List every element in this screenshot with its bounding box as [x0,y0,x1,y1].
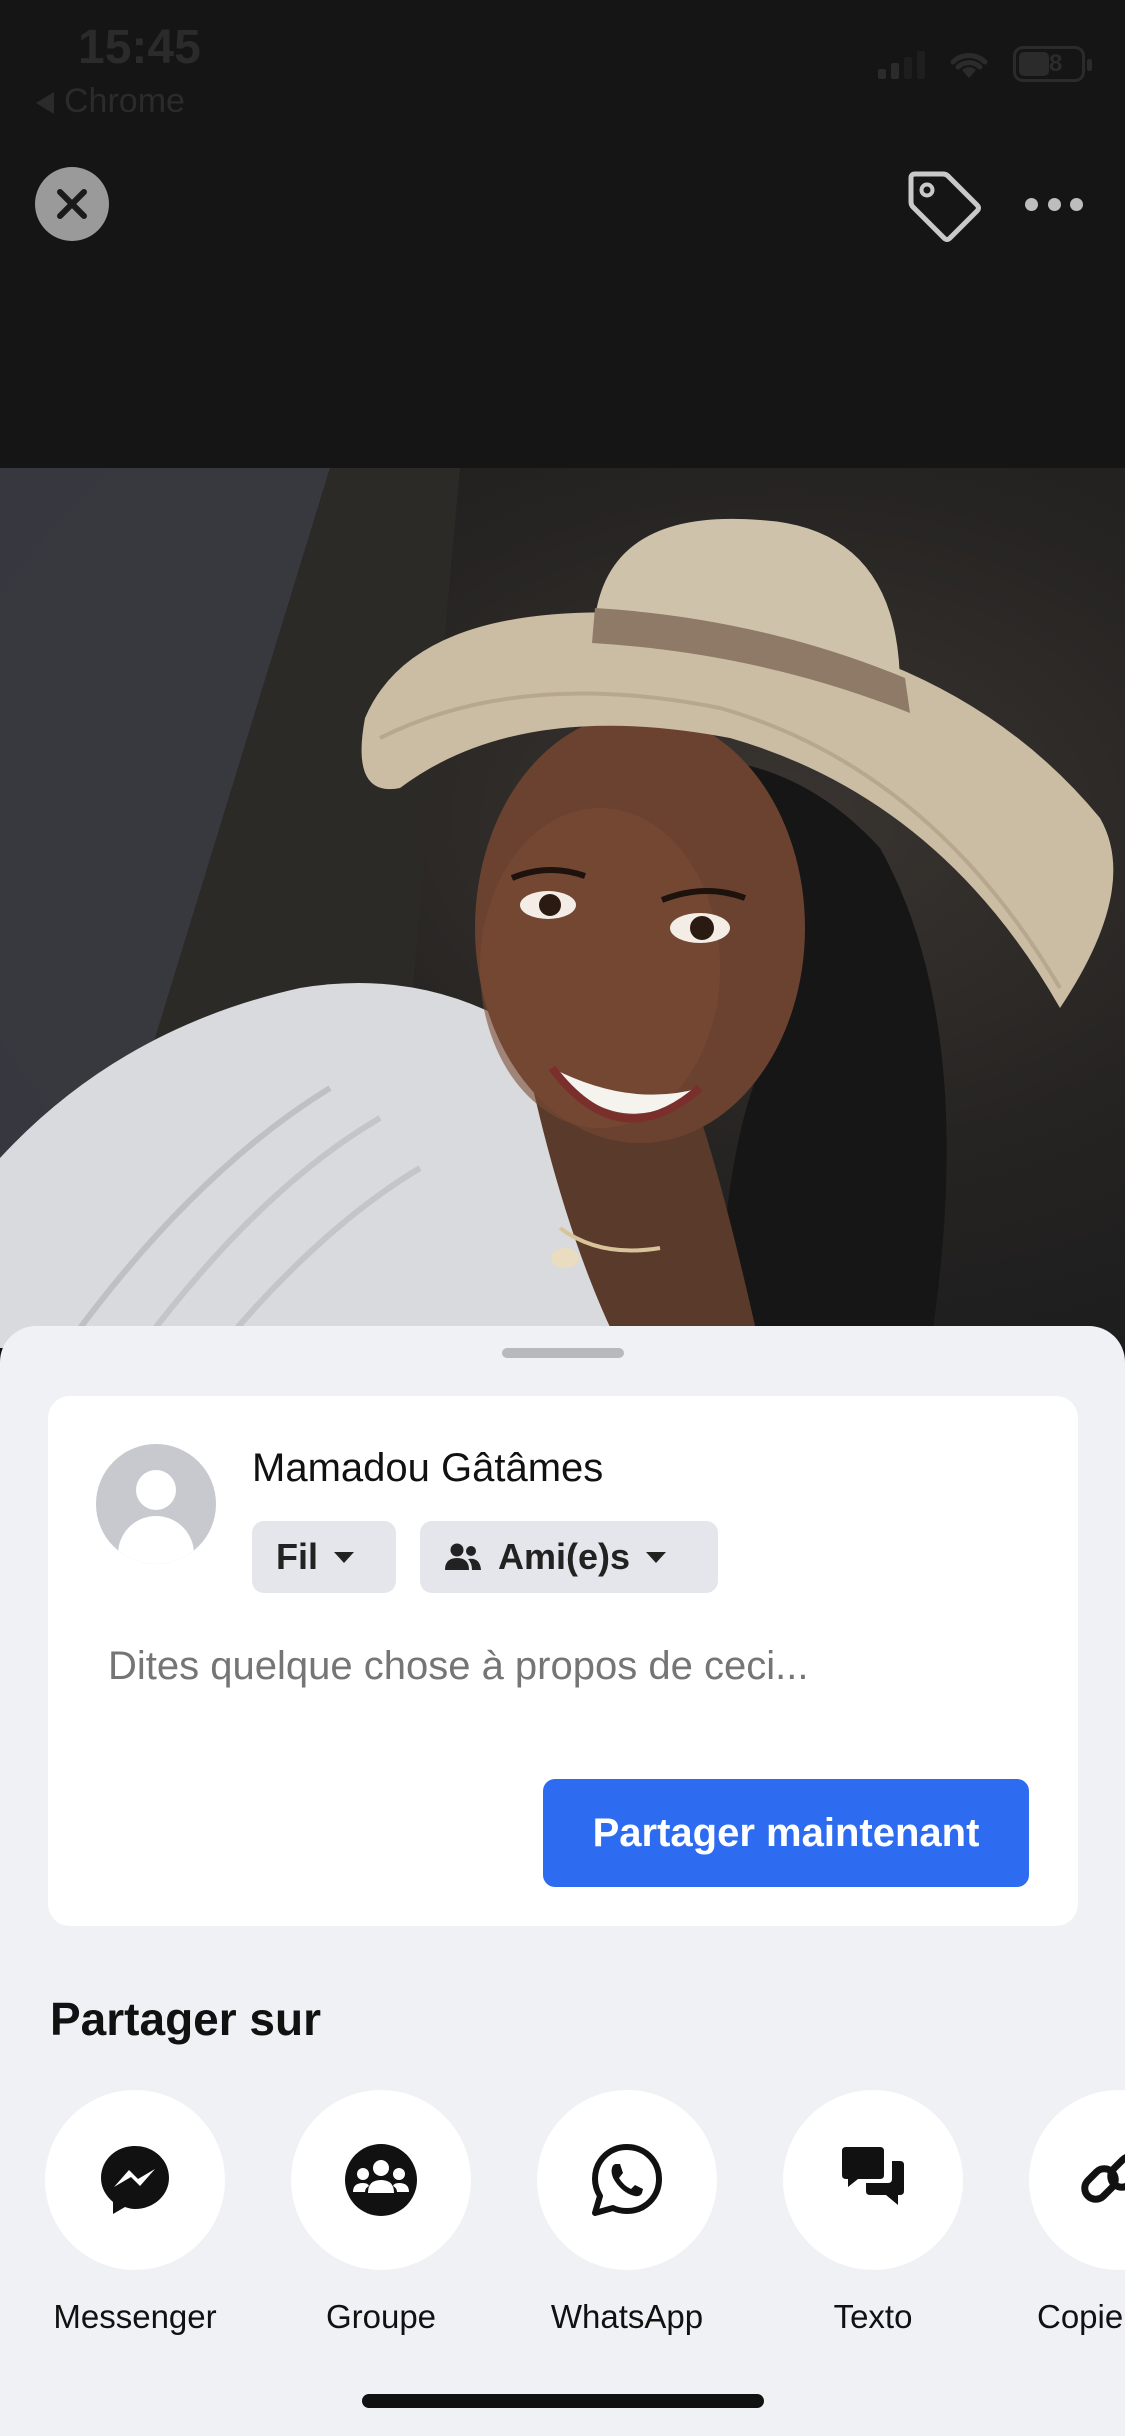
more-options-button[interactable] [1025,190,1083,218]
share-on-heading: Partager sur [50,1993,322,2045]
share-targets-row: Messenger Groupe WhatsApp Texto Copier [0,2090,1125,2350]
share-sheet: Mamadou Gâtâmes Fil Ami(e)s Partager mai… [0,1326,1125,2436]
share-target-label: Texto [833,2298,913,2335]
destination-selector[interactable]: Fil [252,1521,396,1593]
battery-level: 48 [1035,50,1063,77]
signal-icon [878,49,925,79]
audience-selector[interactable]: Ami(e)s [420,1521,718,1593]
user-name: Mamadou Gâtâmes [252,1446,604,1490]
close-icon [57,189,87,219]
back-arrow-icon [36,92,54,115]
status-icons: 48 [878,46,1092,82]
share-target-text-message[interactable]: Texto [783,2090,963,2336]
portrait-image [0,468,1114,1348]
share-target-copy-link[interactable]: Copier [1029,2090,1125,2336]
more-icon [1025,197,1038,211]
share-target-label: WhatsApp [550,2298,704,2335]
home-indicator[interactable] [362,2394,764,2408]
share-now-button[interactable]: Partager maintenant [543,1779,1029,1887]
destination-label: Fil [276,1536,318,1577]
text-message-icon [842,2147,904,2205]
back-to-app-link[interactable]: Chrome [36,82,185,121]
share-target-group[interactable]: Groupe [291,2090,471,2336]
caret-down-icon [334,1551,354,1563]
whatsapp-icon [592,2144,662,2216]
shared-photo [0,468,1125,1348]
tag-icon[interactable] [905,168,983,244]
caret-down-icon [646,1551,667,1563]
friends-icon [445,1543,481,1570]
back-app-label: Chrome [64,82,185,120]
group-icon [345,2144,417,2216]
avatar [96,1444,216,1564]
wifi-icon [950,53,988,78]
sheet-grabber-handle[interactable] [502,1348,624,1358]
share-target-messenger[interactable]: Messenger [45,2090,225,2336]
share-target-whatsapp[interactable]: WhatsApp [537,2090,717,2336]
share-target-label: Groupe [325,2298,437,2335]
caption-input[interactable] [108,1644,1008,1689]
share-target-label: Copier [1037,2298,1125,2335]
battery-icon: 48 [1013,46,1092,82]
viewer-header: 15:45 Chrome 48 [0,0,1125,468]
messenger-icon [101,2146,169,2214]
close-button[interactable] [35,167,109,241]
share-target-label: Messenger [53,2298,217,2335]
status-time: 15:45 [78,21,201,74]
compose-card: Mamadou Gâtâmes Fil Ami(e)s Partager mai… [48,1396,1078,1926]
status-bar: 15:45 Chrome 48 [0,0,1125,140]
audience-label: Ami(e)s [498,1536,631,1577]
link-icon [1081,2153,1125,2203]
